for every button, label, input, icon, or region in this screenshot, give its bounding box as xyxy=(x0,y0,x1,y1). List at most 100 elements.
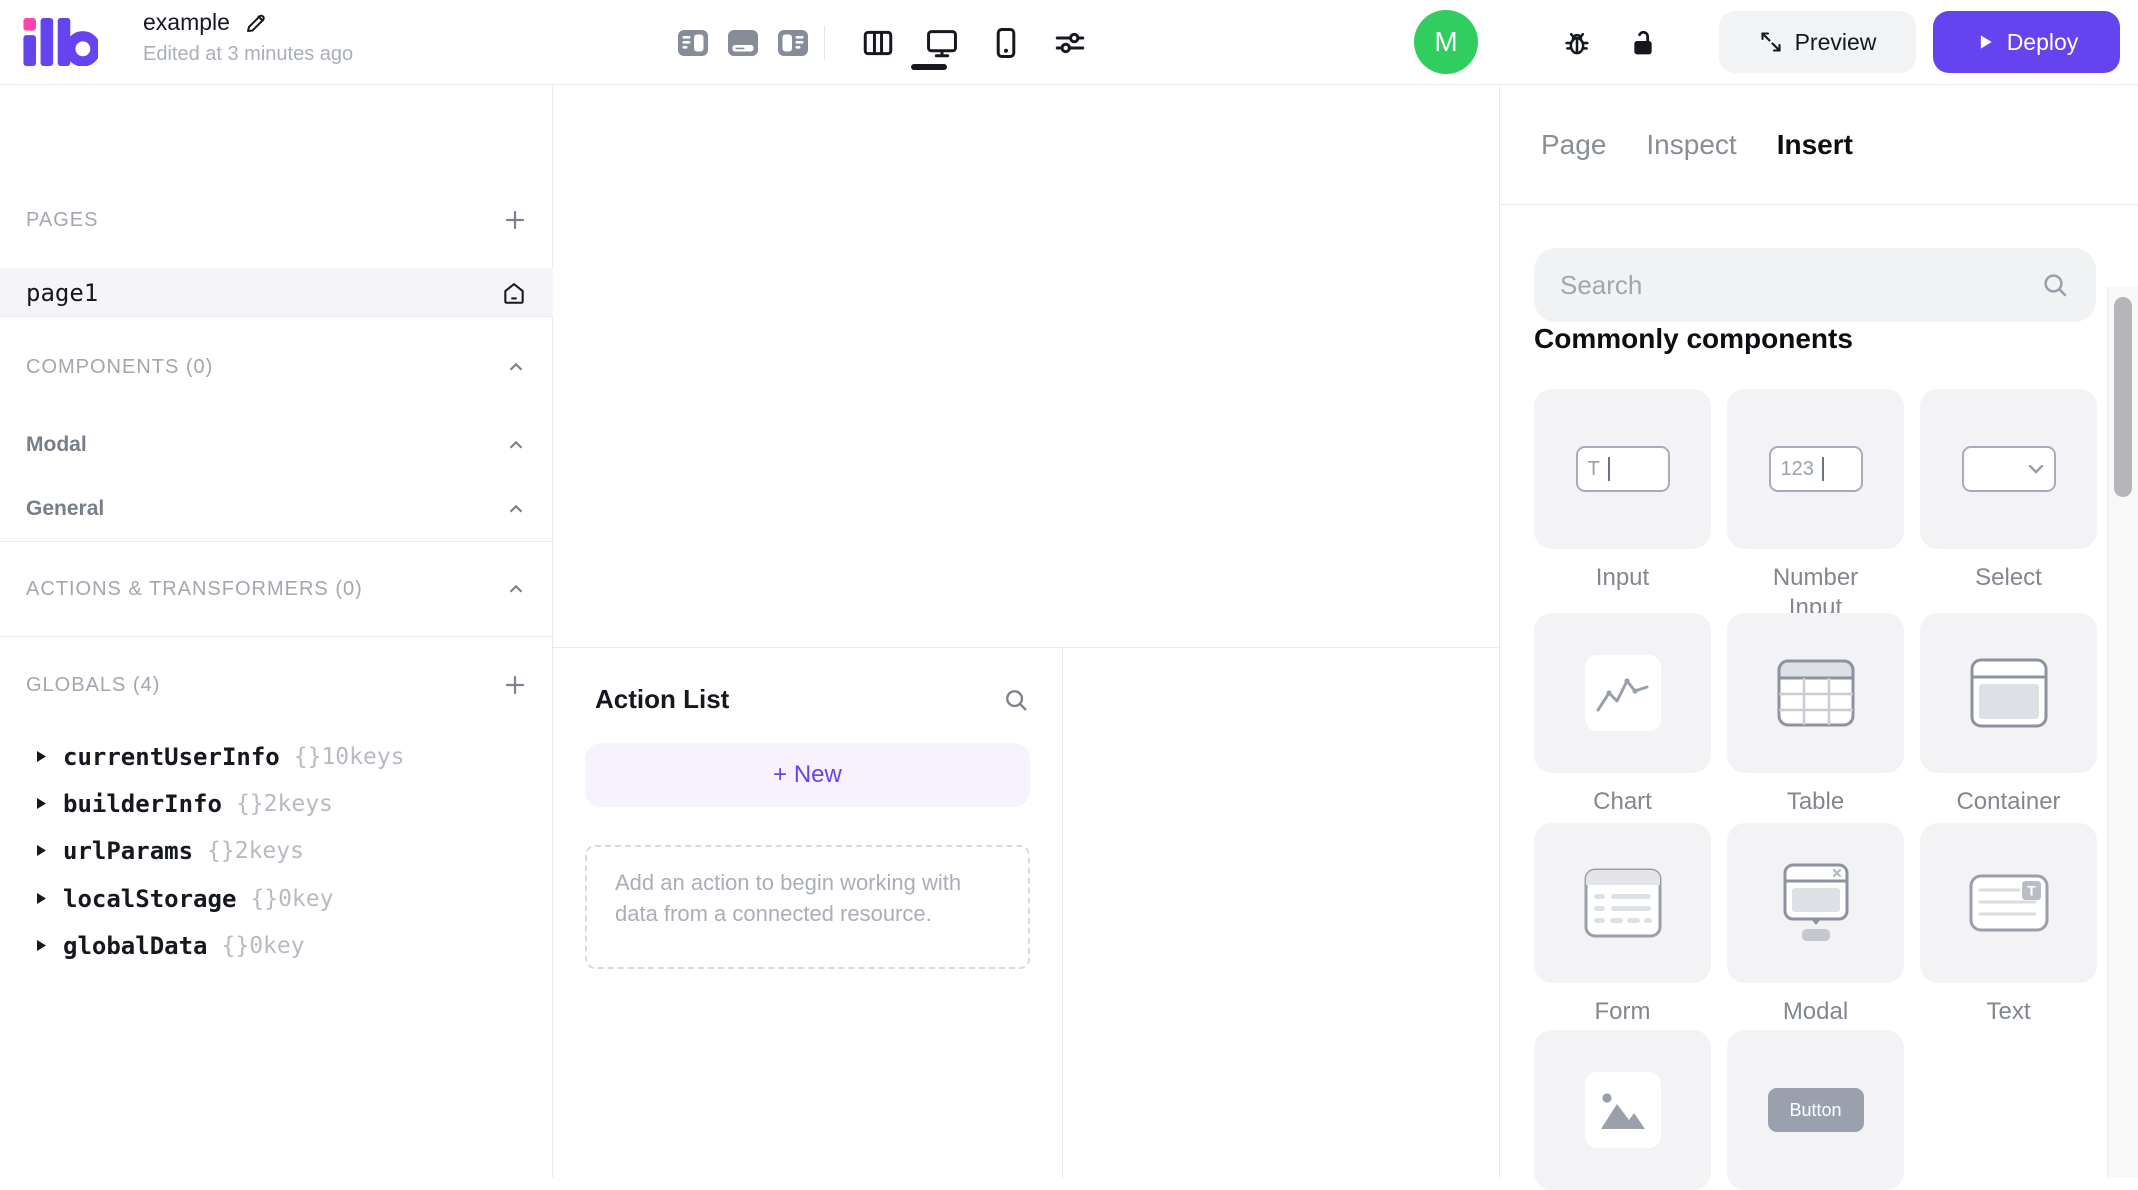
global-meta: {}0key xyxy=(221,932,305,959)
global-meta: {}2keys xyxy=(235,790,333,817)
search-icon xyxy=(2040,270,2070,300)
add-global-icon[interactable] xyxy=(503,673,527,697)
right-panel-scrollbar-thumb[interactable] xyxy=(2114,297,2132,497)
component-card-select[interactable] xyxy=(1920,389,2097,549)
component-card-text[interactable]: T xyxy=(1920,823,2097,983)
deploy-button[interactable]: Deploy xyxy=(1933,11,2120,73)
preview-label: Preview xyxy=(1794,28,1877,55)
general-collapse-chevron-icon[interactable] xyxy=(505,498,527,520)
button-icon: Button xyxy=(1767,1088,1864,1132)
sidebar-group-general[interactable]: General xyxy=(0,483,553,535)
component-label: Table xyxy=(1786,788,1845,815)
component-card-form[interactable] xyxy=(1534,823,1711,983)
component-label: Text xyxy=(1986,998,2031,1025)
viewport-mobile-icon[interactable] xyxy=(989,26,1023,60)
global-item-urlParams[interactable]: urlParams {}2keys xyxy=(0,827,553,874)
global-name: currentUserInfo xyxy=(63,742,280,771)
container-icon xyxy=(1970,658,2048,728)
toolbar-divider xyxy=(824,25,825,60)
global-item-currentUserInfo[interactable]: currentUserInfo {}10keys xyxy=(0,733,553,780)
avatar-initial: M xyxy=(1434,26,1458,57)
component-label: Select xyxy=(1975,564,2042,591)
globals-header: GLOBALS (4) xyxy=(26,673,161,696)
global-item-builderInfo[interactable]: builderInfo {}2keys xyxy=(0,780,553,827)
global-name: urlParams xyxy=(63,836,194,865)
global-name: builderInfo xyxy=(63,789,222,818)
tab-inspect[interactable]: Inspect xyxy=(1646,129,1736,161)
action-editor-empty-area xyxy=(1063,648,1499,1178)
component-search-input[interactable] xyxy=(1560,269,2040,301)
global-meta: {}2keys xyxy=(207,837,304,864)
play-icon xyxy=(1975,32,1995,52)
action-search-icon[interactable] xyxy=(1002,686,1030,714)
illa-logo[interactable] xyxy=(22,18,98,66)
component-card-chart[interactable] xyxy=(1534,613,1711,773)
canvas-settings-sliders-icon[interactable] xyxy=(1053,26,1087,60)
toggle-left-panel-icon[interactable] xyxy=(676,26,710,60)
component-label: Container xyxy=(1956,788,2061,815)
new-action-label: + New xyxy=(773,761,842,788)
global-name: localStorage xyxy=(63,884,237,913)
table-icon xyxy=(1777,659,1855,727)
form-icon xyxy=(1584,868,1662,938)
preview-button[interactable]: Preview xyxy=(1719,11,1916,73)
component-card-input[interactable]: T xyxy=(1534,389,1711,549)
home-page-icon[interactable] xyxy=(501,280,527,306)
edit-title-pencil-icon[interactable] xyxy=(244,11,268,35)
action-empty-hint: Add an action to begin working with data… xyxy=(585,845,1030,969)
viewport-fit-icon[interactable] xyxy=(861,26,895,60)
modal-icon xyxy=(1780,863,1852,943)
actions-collapse-chevron-icon[interactable] xyxy=(505,578,527,600)
lock-icon[interactable] xyxy=(1626,26,1660,60)
component-card-number-input[interactable]: 123 xyxy=(1727,389,1904,549)
component-card-image[interactable] xyxy=(1534,1030,1711,1190)
right-panel: Page Inspect Insert Commonly components … xyxy=(1499,85,2138,1190)
divider xyxy=(1062,648,1063,1178)
expand-triangle-icon[interactable] xyxy=(36,939,47,952)
toggle-bottom-panel-icon[interactable] xyxy=(726,26,760,60)
app-title: example xyxy=(143,9,230,35)
component-card-button[interactable]: Button xyxy=(1727,1030,1904,1190)
global-item-globalData[interactable]: globalData {}0key xyxy=(0,922,553,969)
expand-triangle-icon[interactable] xyxy=(36,750,47,763)
right-panel-scrollbar-track[interactable] xyxy=(2107,287,2138,1178)
avatar[interactable]: M xyxy=(1414,10,1478,74)
component-card-table[interactable] xyxy=(1727,613,1904,773)
chart-icon xyxy=(1584,655,1661,731)
debug-bug-icon[interactable] xyxy=(1560,26,1594,60)
viewport-desktop-icon[interactable] xyxy=(925,26,959,60)
tab-insert[interactable]: Insert xyxy=(1777,129,1853,161)
global-item-localStorage[interactable]: localStorage {}0key xyxy=(0,875,553,922)
component-card-modal[interactable] xyxy=(1727,823,1904,983)
commonly-components-heading: Commonly components xyxy=(1534,323,1853,354)
left-sidebar: PAGES page1 COMPONENTS (0) Modal General… xyxy=(0,85,553,1178)
expand-triangle-icon[interactable] xyxy=(36,892,47,905)
group-general-label: General xyxy=(26,497,105,520)
canvas[interactable] xyxy=(554,86,1499,647)
sidebar-item-page1[interactable]: page1 xyxy=(0,268,553,317)
divider xyxy=(0,316,553,317)
group-modal-label: Modal xyxy=(26,433,87,456)
edited-status: Edited at 3 minutes ago xyxy=(143,43,354,65)
component-label: Form xyxy=(1594,998,1651,1025)
action-list-title: Action List xyxy=(595,684,730,714)
components-collapse-chevron-icon[interactable] xyxy=(505,356,527,378)
expand-triangle-icon[interactable] xyxy=(36,797,47,810)
modal-collapse-chevron-icon[interactable] xyxy=(505,434,527,456)
global-meta: {}10keys xyxy=(293,743,405,770)
active-viewport-underline xyxy=(911,64,947,70)
select-icon xyxy=(1961,446,2056,492)
top-toolbar: example Edited at 3 minutes ago M Previe… xyxy=(0,0,2138,85)
global-meta: {}0key xyxy=(250,885,334,912)
new-action-button[interactable]: + New xyxy=(585,743,1030,807)
expand-triangle-icon[interactable] xyxy=(36,844,47,857)
toggle-right-panel-icon[interactable] xyxy=(776,26,810,60)
component-card-container[interactable] xyxy=(1920,613,2097,773)
component-label: Input xyxy=(1595,564,1650,591)
tab-page[interactable]: Page xyxy=(1541,129,1606,161)
image-icon xyxy=(1584,1072,1661,1148)
divider xyxy=(0,541,553,542)
sidebar-group-modal[interactable]: Modal xyxy=(0,419,553,471)
add-page-icon[interactable] xyxy=(503,208,527,232)
components-header: COMPONENTS (0) xyxy=(26,355,214,378)
